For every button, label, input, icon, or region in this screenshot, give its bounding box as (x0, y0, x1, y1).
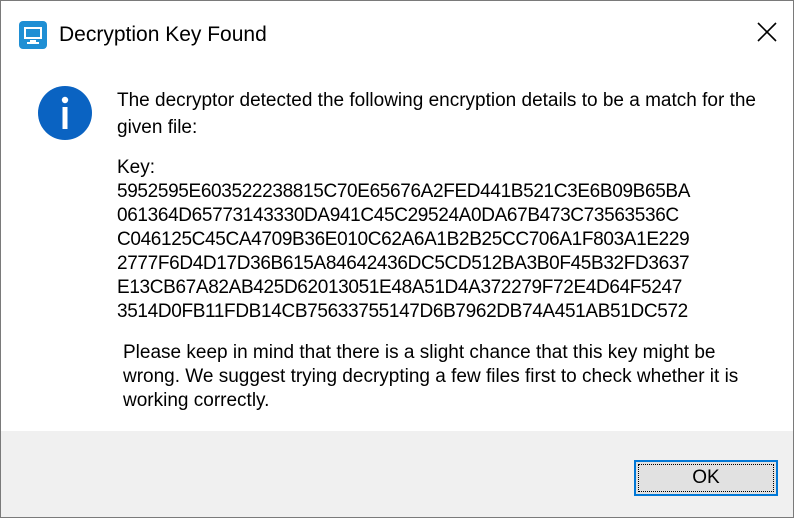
key-line: 3514D0FB11FDB14CB75633755147D6B7962DB74A… (117, 301, 688, 322)
match-message: The decryptor detected the following enc… (117, 90, 756, 138)
key-line: C046125C45CA4709B36E010C62A6A1B2B25CC706… (117, 229, 690, 250)
warning-message: Please keep in mind that there is a slig… (123, 342, 739, 411)
key-line: 061364D65773143330DA941C45C29524A0DA67B4… (117, 205, 679, 226)
ok-button-label: OK (692, 467, 720, 488)
decryption-key-dialog: Decryption Key Found The decryptor detec… (0, 0, 794, 518)
key-line: 5952595E603522238815C70E65676A2FED441B52… (117, 181, 691, 202)
dialog-title: Decryption Key Found (59, 23, 267, 46)
title-bar[interactable]: Decryption Key Found (1, 1, 793, 65)
ok-button[interactable]: OK (634, 460, 778, 496)
close-button[interactable] (741, 11, 793, 57)
key-line: 2777F6D4D17D36B615A84642436DC5CD512BA3B0… (117, 253, 690, 274)
close-icon (756, 21, 778, 48)
monitor-app-icon (19, 21, 47, 49)
info-icon (37, 85, 93, 141)
key-line: E13CB67A82AB425D62013051E48A51D4A372279F… (117, 277, 682, 298)
key-value: 5952595E603522238815C70E65676A2FED441B52… (117, 180, 787, 332)
key-label: Key: (117, 157, 156, 178)
